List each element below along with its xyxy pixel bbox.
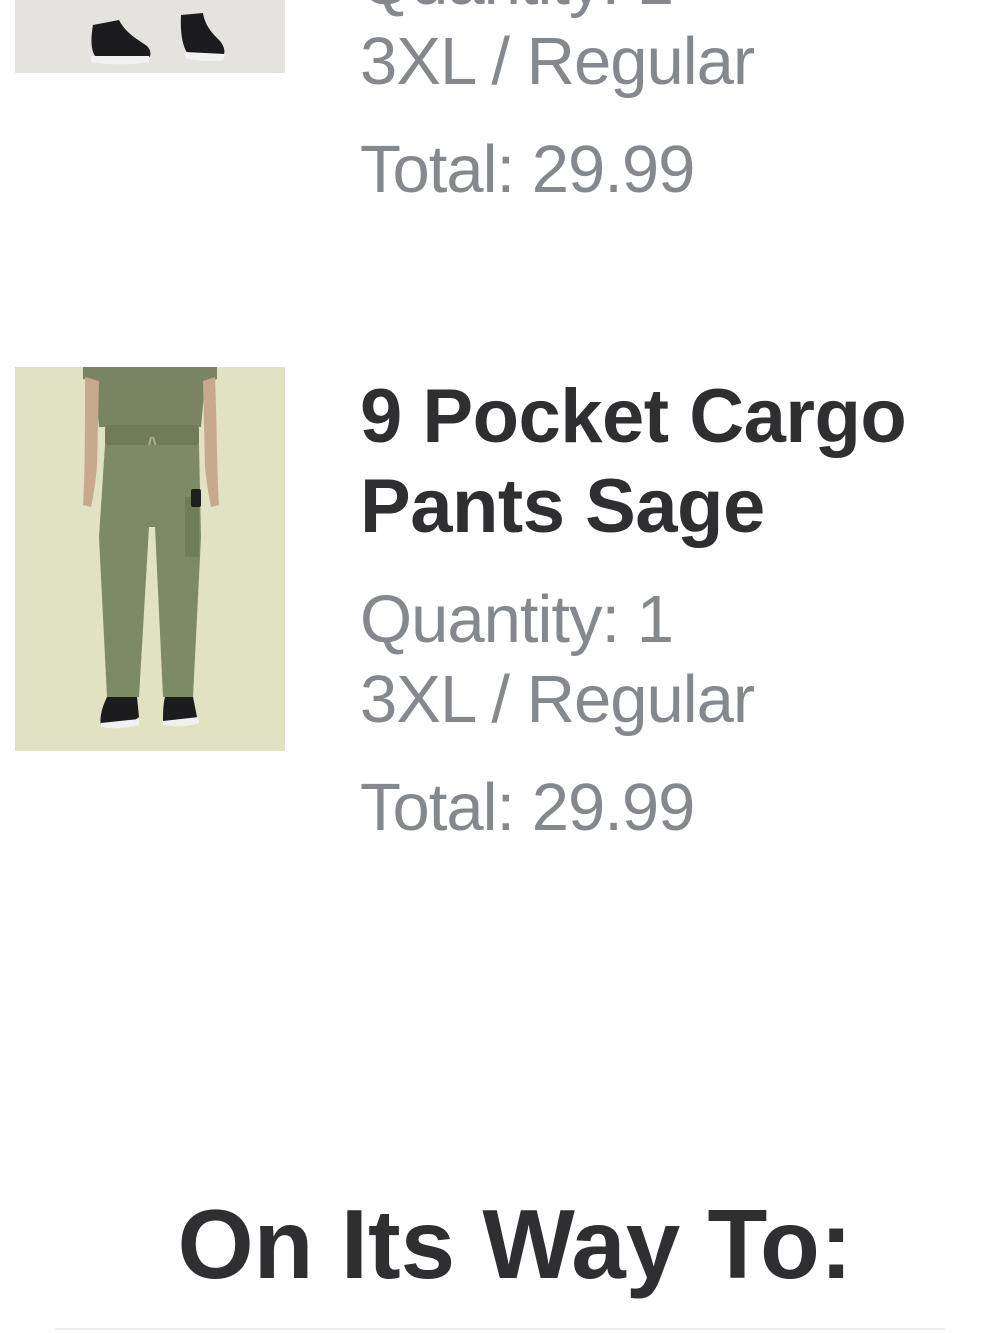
item-variant: 3XL / Regular [360,24,755,99]
item-total: Total: 29.99 [360,132,695,207]
product-image [15,0,285,73]
product-photo-cargo-pants [83,367,219,729]
product-photo-shoes [91,13,225,65]
order-confirmation-page: Quantity: 1 3XL / Regular Total: 29.99 [0,0,1000,1333]
divider [55,1328,945,1330]
item-variant: 3XL / Regular [360,662,755,737]
item-total: Total: 29.99 [360,770,695,845]
product-title[interactable]: 9 Pocket Cargo Pants Sage [360,372,990,552]
item-quantity: Quantity: 1 [360,582,674,657]
shipping-heading: On Its Way To: [177,1189,853,1299]
item-quantity: Quantity: 1 [360,0,754,22]
product-image [15,367,285,751]
order-item-details: 9 Pocket Cargo Pants Sage Quantity: 1 3X… [360,372,990,848]
order-item-details: Quantity: 1 3XL / Regular Total: 29.99 [360,0,755,210]
